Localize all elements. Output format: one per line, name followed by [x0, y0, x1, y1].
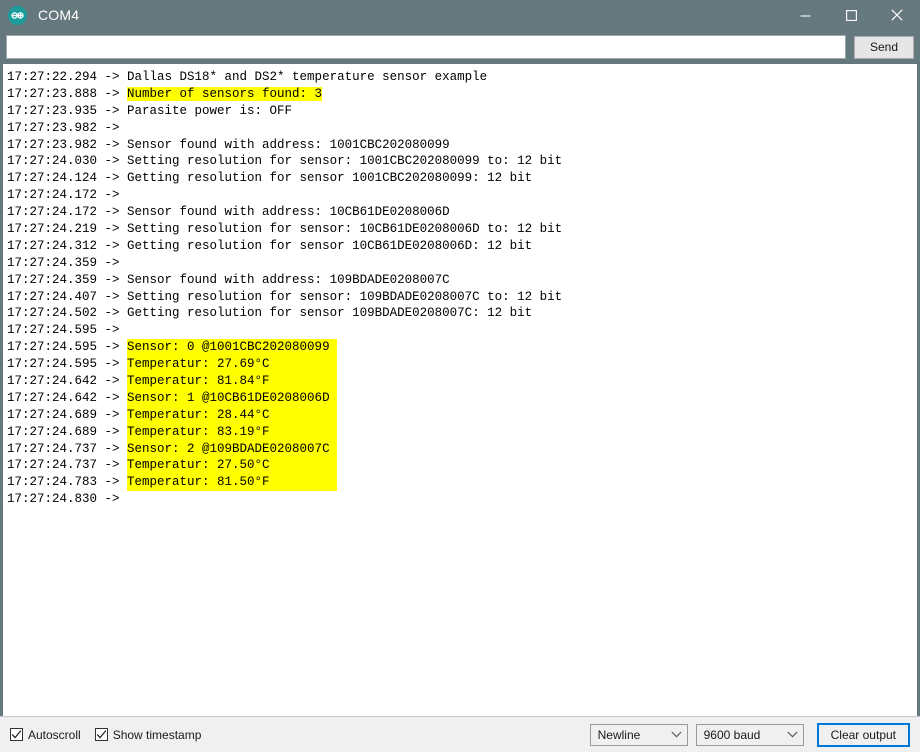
console-line: 17:27:24.312 -> Getting resolution for s… — [7, 238, 917, 255]
console-timestamp: 17:27:24.737 -> — [7, 441, 128, 456]
console-message: Sensor found with address: 1001CBC202080… — [127, 137, 450, 152]
console-line: 17:27:24.783 -> Temperatur: 81.50°F — [7, 474, 917, 492]
console-timestamp: 17:27:24.783 -> — [7, 475, 128, 490]
send-button[interactable]: Send — [854, 35, 914, 59]
console-line: 17:27:22.294 -> Dallas DS18* and DS2* te… — [7, 69, 917, 86]
console-line: 17:27:24.359 -> Sensor found with addres… — [7, 272, 917, 289]
console-line: 17:27:24.359 -> — [7, 255, 917, 272]
console-message: Sensor: 1 @10CB61DE0208006D — [127, 389, 338, 407]
console-line: 17:27:24.830 -> — [7, 491, 917, 508]
autoscroll-checkbox[interactable]: Autoscroll — [10, 728, 81, 742]
line-ending-value: Newline — [597, 727, 641, 742]
show-timestamp-label: Show timestamp — [112, 727, 202, 742]
console-message: Getting resolution for sensor 109BDADE02… — [127, 306, 533, 321]
line-ending-select[interactable]: Newline — [589, 723, 688, 746]
console-timestamp: 17:27:22.294 -> — [7, 70, 128, 84]
console-line: 17:27:24.124 -> Getting resolution for s… — [7, 170, 917, 187]
console-timestamp: 17:27:24.830 -> — [7, 492, 128, 507]
send-row: Send — [0, 30, 920, 64]
console-line: 17:27:23.888 -> Number of sensors found:… — [7, 86, 917, 103]
console-timestamp: 17:27:24.124 -> — [7, 171, 128, 186]
console-timestamp: 17:27:24.219 -> — [7, 222, 128, 237]
console-line: 17:27:24.595 -> Sensor: 0 @1001CBC202080… — [7, 339, 917, 357]
console-line: 17:27:24.172 -> Sensor found with addres… — [7, 204, 917, 221]
console-timestamp: 17:27:24.172 -> — [7, 188, 128, 203]
console-line: 17:27:24.595 -> — [7, 322, 917, 339]
console-line: 17:27:24.407 -> Setting resolution for s… — [7, 289, 917, 306]
arduino-logo-icon — [8, 5, 27, 25]
title-bar: COM4 — [0, 0, 920, 30]
console-timestamp: 17:27:24.595 -> — [7, 340, 128, 355]
serial-output-area[interactable]: 17:27:22.294 -> Dallas DS18* and DS2* te… — [3, 64, 917, 716]
console-timestamp: 17:27:24.642 -> — [7, 374, 128, 389]
console-timestamp: 17:27:24.030 -> — [7, 154, 128, 169]
status-bar: Autoscroll Show timestamp Newline 9600 b… — [0, 716, 920, 752]
console-timestamp: 17:27:24.359 -> — [7, 272, 128, 287]
console-line: 17:27:24.219 -> Setting resolution for s… — [7, 221, 917, 238]
console-message: Dallas DS18* and DS2* temperature sensor… — [127, 70, 488, 84]
console-message: Setting resolution for sensor: 1001CBC20… — [127, 154, 563, 169]
checkmark-icon — [94, 728, 108, 741]
console-line: 17:27:24.642 -> Temperatur: 81.84°F — [7, 373, 917, 390]
console-timestamp: 17:27:24.172 -> — [7, 205, 128, 220]
serial-monitor-window: COM4 Send 17:27:22.294 -> Dallas DS18* a… — [0, 0, 920, 752]
console-line: 17:27:23.982 -> Sensor found with addres… — [7, 137, 917, 154]
console-timestamp: 17:27:24.407 -> — [7, 289, 128, 304]
console-message: Temperatur: 27.50°C — [127, 457, 338, 475]
console-message: Sensor found with address: 10CB61DE02080… — [127, 205, 450, 220]
console-message: Temperatur: 81.50°F — [127, 474, 338, 492]
console-message: Sensor found with address: 109BDADE02080… — [127, 272, 450, 287]
console-line: 17:27:24.642 -> Sensor: 1 @10CB61DE02080… — [7, 389, 917, 407]
console-timestamp: 17:27:24.689 -> — [7, 407, 128, 422]
console-line: 17:27:24.030 -> Setting resolution for s… — [7, 153, 917, 170]
console-timestamp: 17:27:23.982 -> — [7, 120, 128, 135]
minimize-icon[interactable] — [782, 0, 828, 30]
console-timestamp: 17:27:23.935 -> — [7, 103, 128, 118]
console-message: Temperatur: 83.19°F — [127, 423, 338, 441]
console-line: 17:27:24.737 -> Temperatur: 27.50°C — [7, 457, 917, 475]
console-line: 17:27:24.689 -> Temperatur: 83.19°F — [7, 423, 917, 441]
show-timestamp-checkbox[interactable]: Show timestamp — [94, 727, 202, 742]
serial-send-input[interactable] — [6, 35, 846, 59]
autoscroll-label: Autoscroll — [28, 727, 81, 742]
console-timestamp: 17:27:23.888 -> — [7, 86, 128, 101]
console-timestamp: 17:27:24.595 -> — [7, 323, 128, 338]
console-timestamp: 17:27:24.737 -> — [7, 458, 128, 473]
console-timestamp: 17:27:24.502 -> — [7, 306, 128, 321]
console-line: 17:27:24.689 -> Temperatur: 28.44°C — [7, 406, 917, 424]
console-message: Temperatur: 27.69°C — [127, 356, 338, 374]
console-timestamp: 17:27:24.689 -> — [7, 424, 128, 439]
console-message: Setting resolution for sensor: 10CB61DE0… — [127, 222, 563, 237]
window-title: COM4 — [38, 7, 80, 23]
console-line: 17:27:23.982 -> — [7, 120, 917, 137]
serial-output-text: 17:27:22.294 -> Dallas DS18* and DS2* te… — [3, 64, 917, 716]
console-line: 17:27:24.737 -> Sensor: 2 @109BDADE02080… — [7, 440, 917, 458]
console-timestamp: 17:27:24.642 -> — [7, 390, 128, 405]
console-message: Sensor: 2 @109BDADE0208007C — [127, 440, 338, 458]
console-line: 17:27:24.595 -> Temperatur: 27.69°C — [7, 356, 917, 374]
console-message: Temperatur: 81.84°F — [127, 373, 338, 390]
console-timestamp: 17:27:23.982 -> — [7, 137, 128, 152]
console-message: Temperatur: 28.44°C — [127, 406, 338, 424]
console-message: Number of sensors found: 3 — [127, 86, 323, 101]
baud-rate-value: 9600 baud — [703, 727, 761, 742]
console-timestamp: 17:27:24.312 -> — [7, 238, 128, 253]
chevron-down-icon — [671, 731, 682, 738]
console-line: 17:27:23.935 -> Parasite power is: OFF — [7, 103, 917, 120]
chevron-down-icon — [787, 731, 798, 738]
console-line: 17:27:24.502 -> Getting resolution for s… — [7, 305, 917, 322]
console-message: Setting resolution for sensor: 109BDADE0… — [127, 289, 563, 304]
console-message: Getting resolution for sensor 1001CBC202… — [127, 171, 533, 186]
console-message: Sensor: 0 @1001CBC202080099 — [127, 339, 338, 357]
checkmark-icon — [10, 728, 23, 741]
console-timestamp: 17:27:24.359 -> — [7, 255, 128, 270]
console-message: Getting resolution for sensor 10CB61DE02… — [127, 238, 533, 253]
console-timestamp: 17:27:24.595 -> — [7, 357, 128, 372]
close-icon[interactable] — [874, 0, 920, 30]
clear-output-button[interactable]: Clear output — [816, 722, 910, 747]
maximize-icon[interactable] — [828, 0, 874, 30]
console-line: 17:27:24.172 -> — [7, 187, 917, 204]
console-message: Parasite power is: OFF — [127, 103, 293, 118]
baud-rate-select[interactable]: 9600 baud — [695, 723, 804, 746]
